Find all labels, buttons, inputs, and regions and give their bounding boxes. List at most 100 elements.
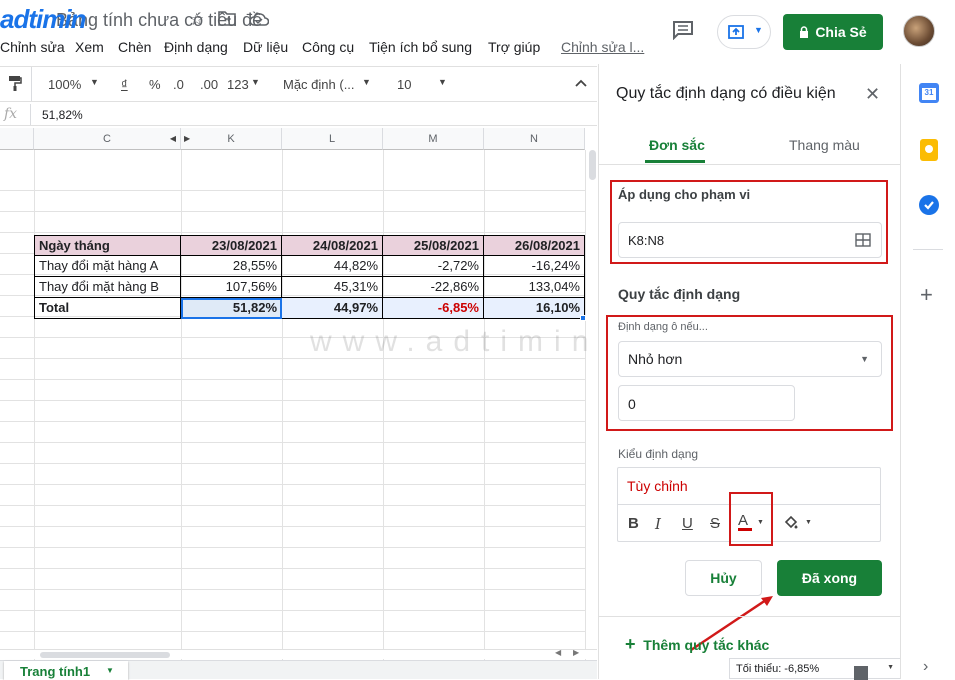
table-cell[interactable]: 26/08/2021 <box>484 235 585 256</box>
table-cell[interactable]: 28,55% <box>181 256 282 277</box>
grid-row <box>0 212 585 233</box>
left-arrow-icon: ◀ <box>169 134 176 143</box>
table-cell[interactable]: -16,24% <box>484 256 585 277</box>
table-cell[interactable]: -6,85% <box>383 298 484 319</box>
condition-label: Định dạng ô nếu... <box>618 321 708 333</box>
table-cell[interactable]: 23/08/2021 <box>181 235 282 256</box>
table-cell[interactable]: 45,31% <box>282 277 383 298</box>
table-cell[interactable]: 107,56% <box>181 277 282 298</box>
menu-format[interactable]: Định dạng <box>164 39 228 55</box>
menu-data[interactable]: Dữ liệu <box>243 39 288 55</box>
plus-icon[interactable]: + <box>920 282 933 308</box>
table-cell[interactable]: 44,82% <box>282 256 383 277</box>
font-size-select[interactable]: 10 <box>397 77 411 92</box>
format-style-preview[interactable]: Tùy chỉnh <box>627 478 688 494</box>
menu-tools[interactable]: Công cụ <box>302 39 354 55</box>
menu-help[interactable]: Trợ giúp <box>488 39 540 55</box>
fill-handle[interactable] <box>580 315 586 321</box>
table-cell[interactable]: 44,97% <box>282 298 383 319</box>
format-percent-button[interactable]: % <box>149 77 161 92</box>
table-cell[interactable]: Ngày tháng <box>34 235 181 256</box>
tab-single-color[interactable]: Đơn sắc <box>649 137 705 153</box>
star-icon[interactable]: ☆ <box>189 10 204 30</box>
grid-row <box>0 485 585 506</box>
italic-icon[interactable]: I <box>655 515 661 533</box>
formula-input[interactable]: 51,82% <box>42 108 83 122</box>
tab-sheet1[interactable]: Trang tính1 ▼ <box>4 661 128 680</box>
comment-history-icon[interactable] <box>672 20 696 42</box>
table-cell[interactable]: -22,86% <box>383 277 484 298</box>
menu-addons[interactable]: Tiện ích bổ sung <box>369 39 472 55</box>
column-header-m[interactable]: M <box>383 128 484 150</box>
collapse-toolbar-icon[interactable] <box>575 75 587 90</box>
horizontal-scrollbar[interactable]: ◀ ▶ <box>0 648 597 659</box>
table-cell[interactable]: 25/08/2021 <box>383 235 484 256</box>
style-label: Kiểu định dạng <box>618 447 699 461</box>
grid-row <box>0 506 585 527</box>
format-currency-button[interactable]: ₫ <box>121 77 128 92</box>
present-button[interactable]: ▼ <box>717 15 771 49</box>
explore-icon[interactable] <box>854 666 868 680</box>
add-rule-button[interactable]: + Thêm quy tắc khác <box>625 634 769 655</box>
chevron-right-icon[interactable]: › <box>923 658 928 676</box>
side-apps-bar: 31 + › <box>854 64 955 680</box>
paint-format-icon[interactable] <box>8 75 22 94</box>
plus-icon: + <box>625 634 636 654</box>
close-icon[interactable]: ✕ <box>865 84 880 105</box>
zoom-select[interactable]: 100% <box>48 77 81 92</box>
toolbar: 100% ▼ ₫ % .0 .00 123 ▼ Mặc định (... ▼ … <box>0 66 597 102</box>
select-range-icon <box>855 233 871 247</box>
range-label: Áp dụng cho phạm vi <box>618 187 751 202</box>
menu-view[interactable]: Xem <box>75 39 104 55</box>
decrease-decimal-button[interactable]: .0 <box>173 77 184 92</box>
menu-edit[interactable]: Chỉnh sửa <box>0 39 65 55</box>
grid-row <box>0 380 585 401</box>
last-edit-link[interactable]: Chỉnh sửa l... <box>561 39 644 55</box>
tasks-icon[interactable] <box>919 195 939 215</box>
done-button[interactable]: Đã xong <box>777 560 882 596</box>
more-formats-button[interactable]: 123 <box>227 77 249 92</box>
summary-chip[interactable]: Tối thiểu: -6,85% ▼ <box>729 658 901 679</box>
spreadsheet-grid[interactable]: C ◀ K ▶ L M N Ngày tháng 23/08/2021 24/0… <box>0 128 597 660</box>
column-header-n[interactable]: N <box>484 128 585 150</box>
calendar-icon[interactable]: 31 <box>919 83 939 103</box>
increase-decimal-button[interactable]: .00 <box>200 77 218 92</box>
panel-title: Quy tắc định dạng có điều kiện <box>616 85 836 102</box>
menu-insert[interactable]: Chèn <box>118 39 151 55</box>
strikethrough-icon[interactable]: S <box>710 515 720 532</box>
avatar[interactable] <box>903 15 935 47</box>
fill-color-icon[interactable] <box>783 514 799 533</box>
lock-icon <box>800 26 809 38</box>
chevron-down-icon: ▼ <box>362 77 371 87</box>
column-header-c[interactable]: C ◀ <box>34 128 181 150</box>
table-cell[interactable]: -2,72% <box>383 256 484 277</box>
cloud-status-icon[interactable] <box>249 11 270 31</box>
table-cell[interactable]: 24/08/2021 <box>282 235 383 256</box>
table-cell[interactable]: Total <box>34 298 181 319</box>
selected-cell[interactable]: 51,82% <box>181 298 282 319</box>
corner-header[interactable] <box>0 128 34 150</box>
move-folder-icon[interactable] <box>218 10 236 31</box>
vertical-scrollbar[interactable] <box>585 128 597 180</box>
table-cell[interactable]: Thay đổi mặt hàng A <box>34 256 181 277</box>
chevron-down-icon: ▼ <box>90 77 99 87</box>
top-bar: Bảng tính chưa có tiêu đề adtimin ☆ Chỉn… <box>0 0 955 64</box>
tab-color-scale[interactable]: Thang màu <box>789 137 860 153</box>
grid-row <box>0 443 585 464</box>
table-cell[interactable]: 133,04% <box>484 277 585 298</box>
column-header-k[interactable]: K ▶ <box>181 128 282 150</box>
underline-icon[interactable]: U <box>682 515 693 532</box>
font-select[interactable]: Mặc định (... <box>283 77 355 92</box>
range-input[interactable]: K8:N8 <box>618 222 882 258</box>
condition-value-input[interactable]: 0 <box>618 385 795 421</box>
condition-select[interactable]: Nhỏ hơn ▼ <box>618 341 882 377</box>
table-cell[interactable]: 16,10% <box>484 298 585 319</box>
table-cell[interactable]: Thay đổi mặt hàng B <box>34 277 181 298</box>
share-button[interactable]: Chia Sẻ <box>783 14 883 50</box>
tab-indicator <box>645 160 705 163</box>
grid-row <box>0 422 585 443</box>
bold-icon[interactable]: B <box>628 515 639 532</box>
column-header-l[interactable]: L <box>282 128 383 150</box>
right-arrow-icon: ▶ <box>184 134 191 143</box>
keep-icon[interactable] <box>920 139 938 161</box>
